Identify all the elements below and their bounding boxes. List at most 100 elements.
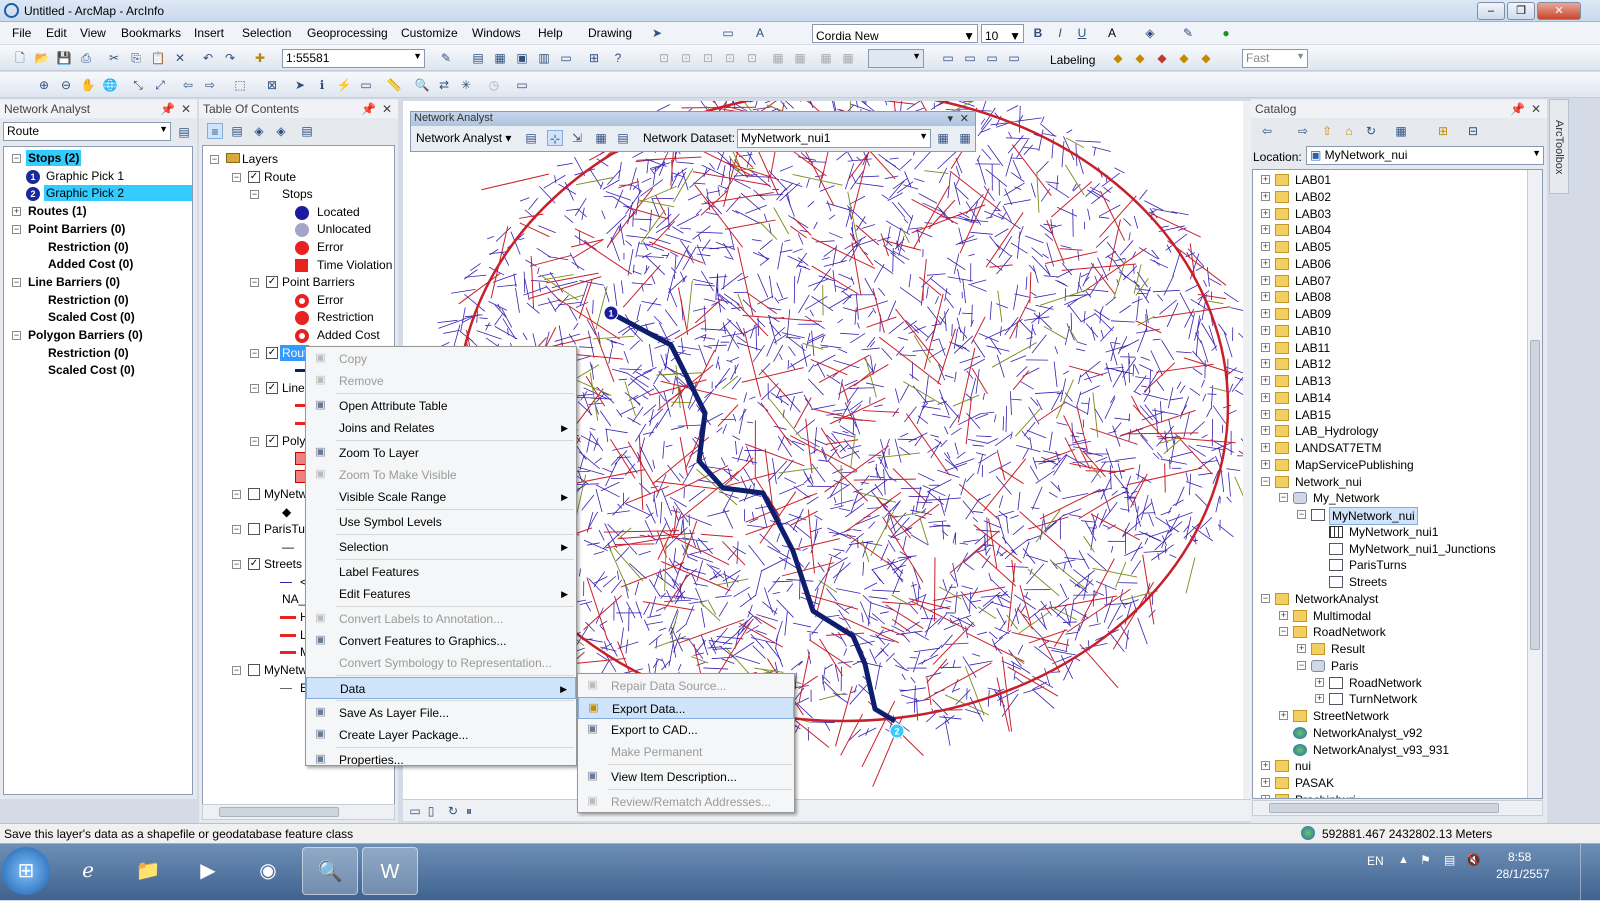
minimize-button[interactable]: – xyxy=(1477,2,1505,20)
catalog-hscrollbar[interactable] xyxy=(1252,800,1543,816)
toc-layer-item[interactable]: ◆ xyxy=(280,504,293,520)
maximize-button[interactable]: ❐ xyxy=(1507,2,1535,20)
render-mode-combo[interactable]: Fast▼ xyxy=(1242,49,1308,68)
toc-expander[interactable]: − xyxy=(232,666,241,675)
tree-expander[interactable]: + xyxy=(1261,795,1270,799)
tree-expander[interactable]: + xyxy=(1261,192,1270,201)
toc-layer-item[interactable]: Time Violation xyxy=(315,257,394,273)
tree-expander[interactable]: + xyxy=(1261,393,1270,402)
toc-layer-item[interactable]: MyNetw xyxy=(262,662,309,678)
context-menu-item[interactable]: Edit Features▶ xyxy=(306,583,576,605)
label-priority-icon[interactable]: ◆ xyxy=(1132,50,1148,66)
font-color-icon[interactable]: A xyxy=(1104,25,1120,41)
menu-customize[interactable]: Customize xyxy=(401,26,458,40)
toc-layer-item[interactable]: Route xyxy=(262,169,298,185)
word-taskbar-icon[interactable]: W xyxy=(362,847,418,895)
tree-expander[interactable]: − xyxy=(12,278,21,287)
toc-layer-item[interactable]: — xyxy=(280,539,296,555)
catalog-item[interactable]: RoadNetwork xyxy=(1347,675,1424,691)
context-menu-item[interactable]: Label Features xyxy=(306,561,576,583)
clock-date[interactable]: 28/1/2557 xyxy=(1496,867,1549,881)
context-menu-item[interactable]: Selection▶ xyxy=(306,536,576,558)
na-tree-item[interactable]: Scaled Cost (0) xyxy=(46,362,137,378)
toc-layer-item[interactable]: Stops xyxy=(280,186,315,202)
close-button[interactable]: ✕ xyxy=(1537,2,1581,20)
toc-expander[interactable]: − xyxy=(250,384,259,393)
toc-expander[interactable]: − xyxy=(250,190,259,199)
go-to-xy-icon[interactable]: ✳ xyxy=(458,77,474,93)
data-view-icon[interactable]: ▭ xyxy=(407,803,423,819)
marker-color-icon[interactable]: ● xyxy=(1218,25,1234,41)
context-menu-item[interactable]: Visible Scale Range▶ xyxy=(306,486,576,508)
arcmap-taskbar-icon[interactable]: 🔍 xyxy=(302,847,358,895)
menu-edit[interactable]: Edit xyxy=(46,26,67,40)
tree-expander[interactable]: − xyxy=(1297,661,1306,670)
tree-expander[interactable]: − xyxy=(12,154,21,163)
tree-expander[interactable]: + xyxy=(1261,326,1270,335)
tree-expander[interactable]: + xyxy=(1279,611,1288,620)
menu-bookmarks[interactable]: Bookmarks xyxy=(121,26,181,40)
new-document-icon[interactable]: 🗋 xyxy=(12,50,28,66)
catalog-item[interactable]: LAB05 xyxy=(1293,239,1333,255)
home-folder-icon[interactable]: ⌂ xyxy=(1341,123,1357,139)
rectangle-icon[interactable]: ▭ xyxy=(720,25,736,41)
list-by-drawing-order-icon[interactable]: ≡ xyxy=(207,123,223,139)
internet-explorer-icon[interactable]: ℯ xyxy=(60,847,116,895)
toc-expander[interactable]: − xyxy=(232,560,241,569)
tree-expander[interactable]: + xyxy=(1261,443,1270,452)
tree-expander[interactable]: + xyxy=(1297,644,1306,653)
full-extent-icon[interactable]: 🌐 xyxy=(102,77,118,93)
catalog-item[interactable]: LAB10 xyxy=(1293,323,1333,339)
menu-insert[interactable]: Insert xyxy=(194,26,224,40)
catalog-item[interactable]: LAB01 xyxy=(1293,172,1333,188)
tree-expander[interactable]: + xyxy=(1261,376,1270,385)
tray-show-hidden-icon[interactable]: ▲ xyxy=(1398,854,1409,866)
context-menu-item[interactable]: ▣Properties... xyxy=(306,749,576,771)
layout-view-icon-4[interactable]: ▭ xyxy=(1006,50,1022,66)
identify-icon[interactable]: ℹ xyxy=(314,77,330,93)
tree-expander[interactable]: + xyxy=(1261,276,1270,285)
toc-expander[interactable]: − xyxy=(232,173,241,182)
catalog-item[interactable]: Network_nui xyxy=(1293,474,1364,490)
toc-layer-item[interactable]: Located xyxy=(315,204,362,220)
context-menu-item[interactable]: ▣Create Layer Package... xyxy=(306,724,576,746)
context-menu-item[interactable]: ▣Zoom To Layer xyxy=(306,442,576,464)
toc-layer-item[interactable]: MyNetw xyxy=(262,486,309,502)
na-tree-item[interactable]: Added Cost (0) xyxy=(46,256,135,272)
forward-extent-icon[interactable]: ⇨ xyxy=(202,77,218,93)
font-combo[interactable]: Cordia New▼ xyxy=(812,24,978,43)
catalog-item[interactable]: LAB14 xyxy=(1293,390,1333,406)
toc-layer-item[interactable]: Streets xyxy=(262,556,304,572)
layer-visibility-checkbox[interactable] xyxy=(248,488,260,500)
python-icon[interactable]: ▭ xyxy=(558,50,574,66)
list-by-source-icon[interactable]: ▤ xyxy=(229,123,245,139)
clear-selection-icon[interactable]: ⊠ xyxy=(264,77,280,93)
menu-selection[interactable]: Selection xyxy=(242,26,291,40)
fixed-zoom-in-icon[interactable]: ⤡ xyxy=(130,77,146,93)
tree-expander[interactable]: + xyxy=(1261,309,1270,318)
toc-layer-item[interactable]: Line xyxy=(280,380,307,396)
whats-this-icon[interactable]: ? xyxy=(610,50,626,66)
text-tool-icon[interactable]: A xyxy=(752,25,768,41)
viewer-icon[interactable]: ▭ xyxy=(514,77,530,93)
catalog-item[interactable]: LAB08 xyxy=(1293,289,1333,305)
catalog-item[interactable]: MyNetwork_nui xyxy=(1329,507,1418,525)
catalog-item[interactable]: Multimodal xyxy=(1311,608,1373,624)
tree-expander[interactable]: + xyxy=(1261,359,1270,368)
html-popup-icon[interactable]: ▭ xyxy=(358,77,374,93)
refresh-catalog-icon[interactable]: ↻ xyxy=(1363,123,1379,139)
na-tree-item[interactable]: Restriction (0) xyxy=(46,292,131,308)
connect-folder-icon[interactable]: ⊞ xyxy=(1435,123,1451,139)
measure-icon[interactable]: 📏 xyxy=(386,77,402,93)
pan-icon[interactable]: ✋ xyxy=(80,77,96,93)
arctoolbox-icon[interactable]: ▥ xyxy=(536,50,552,66)
toc-layer-item[interactable]: ParisTur xyxy=(262,521,311,537)
catalog-item[interactable]: LAB06 xyxy=(1293,256,1333,272)
submenu-item[interactable]: ▣View Item Description... xyxy=(578,766,794,788)
catalog-item[interactable]: LAB04 xyxy=(1293,222,1333,238)
map-vscrollbar[interactable] xyxy=(1243,101,1251,799)
table-window-icon[interactable]: ▤ xyxy=(470,50,486,66)
print-icon[interactable]: ⎙ xyxy=(78,50,94,66)
network-analyst-menu[interactable]: Network Analyst ▾ xyxy=(416,131,511,145)
search-window-icon[interactable]: ▣ xyxy=(514,50,530,66)
